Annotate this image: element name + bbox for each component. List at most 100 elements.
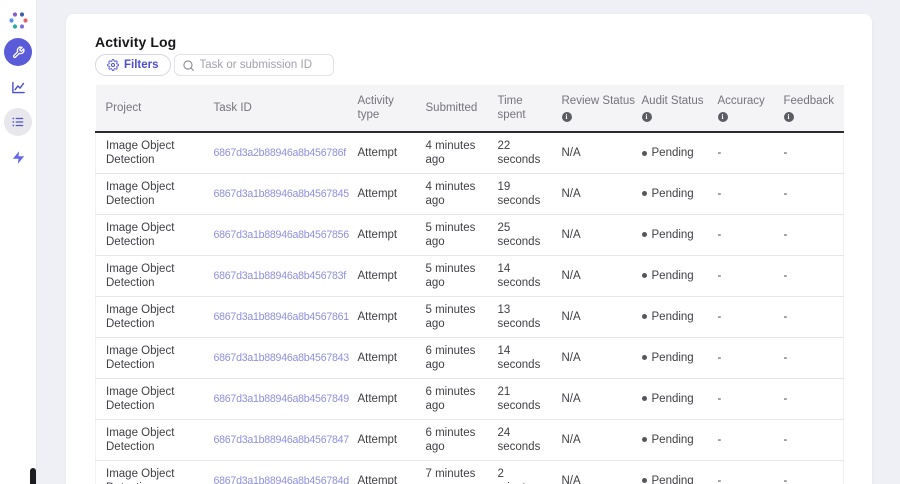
cell-accuracy: - bbox=[707, 132, 774, 174]
table-row: Image Object Detection 6867d3a1b88946a8b… bbox=[95, 419, 844, 461]
search-input[interactable] bbox=[173, 54, 334, 76]
info-icon[interactable]: i bbox=[783, 111, 794, 122]
task-id-link[interactable]: 6867d3a1b88946a8b4567847 bbox=[214, 433, 350, 447]
cell-submitted: 5 minutes ago bbox=[415, 296, 488, 338]
status-badge: Pending bbox=[651, 187, 694, 200]
sidebar-item-tools[interactable] bbox=[4, 38, 32, 66]
table-row: Image Object Detection 6867d3a1b88946a8b… bbox=[95, 378, 844, 420]
cell-accuracy: - bbox=[707, 255, 774, 297]
col-header-feedback: Feedback i bbox=[773, 85, 844, 132]
cell-audit-status: Pending bbox=[631, 419, 708, 461]
cell-submitted: 4 minutes ago bbox=[415, 173, 488, 215]
cell-review-status: N/A bbox=[551, 419, 632, 461]
pending-status-dot bbox=[641, 437, 647, 443]
cell-task-id: 6867d3a1b88946a8b4567849 bbox=[203, 378, 350, 420]
task-id-link[interactable]: 6867d3a1b88946a8b4567856 bbox=[214, 228, 350, 242]
cell-audit-status: Pending bbox=[631, 296, 708, 338]
cell-audit-status: Pending bbox=[631, 173, 708, 215]
pending-status-dot bbox=[641, 396, 647, 402]
cell-activity-type: Attempt bbox=[347, 173, 416, 215]
cell-project: Image Object Detection bbox=[95, 214, 204, 256]
sidebar-item-activity-log[interactable] bbox=[4, 108, 32, 136]
cell-activity-type: Attempt bbox=[347, 337, 416, 379]
cell-activity-type: Attempt bbox=[347, 296, 416, 338]
table-row: Image Object Detection 6867d3a1b88946a8b… bbox=[95, 255, 844, 297]
status-badge: Pending bbox=[651, 269, 694, 282]
cell-activity-type: Attempt bbox=[347, 255, 416, 297]
activity-table: Project Task ID Activity type Submitted … bbox=[95, 85, 844, 484]
cell-time-spent: 13 seconds bbox=[487, 296, 552, 338]
page-title: Activity Log bbox=[95, 34, 177, 50]
task-id-link[interactable]: 6867d3a1b88946a8b4567861 bbox=[214, 310, 350, 324]
cell-accuracy: - bbox=[707, 296, 774, 338]
col-header-time-spent: Time spent bbox=[487, 85, 552, 132]
status-badge: Pending bbox=[651, 228, 694, 241]
cell-task-id: 6867d3a1b88946a8b456783f bbox=[203, 255, 348, 297]
lightning-icon bbox=[11, 150, 26, 165]
task-id-link[interactable]: 6867d3a1b88946a8b4567845 bbox=[214, 187, 350, 201]
cell-accuracy: - bbox=[707, 378, 774, 420]
cell-task-id: 6867d3a1b88946a8b4567861 bbox=[203, 296, 350, 338]
filters-button[interactable]: Filters bbox=[95, 54, 171, 76]
status-badge: Pending bbox=[651, 392, 694, 405]
task-id-link[interactable]: 6867d3a1b88946a8b456783f bbox=[214, 269, 347, 283]
cell-time-spent: 14 seconds bbox=[487, 255, 552, 297]
wrench-icon bbox=[12, 45, 25, 59]
pending-status-dot bbox=[641, 150, 647, 156]
col-header-activity-type: Activity type bbox=[347, 85, 416, 132]
task-id-link[interactable]: 6867d3a1b88946a8b4567843 bbox=[214, 351, 350, 365]
cell-time-spent: 19 seconds bbox=[487, 173, 552, 215]
table-row: Image Object Detection 6867d3a1b88946a8b… bbox=[95, 460, 844, 484]
cell-task-id: 6867d3a1b88946a8b4567843 bbox=[203, 337, 350, 379]
col-header-audit-status: Audit Status i bbox=[631, 85, 708, 132]
pending-status-dot bbox=[641, 273, 647, 279]
cell-activity-type: Attempt bbox=[347, 132, 416, 174]
cell-review-status: N/A bbox=[551, 337, 632, 379]
cell-audit-status: Pending bbox=[631, 460, 708, 484]
task-id-link[interactable]: 6867d3a2b88946a8b456786f bbox=[214, 146, 347, 160]
cell-project: Image Object Detection bbox=[95, 460, 204, 484]
cell-audit-status: Pending bbox=[631, 255, 708, 297]
cell-accuracy: - bbox=[707, 460, 774, 484]
cell-project: Image Object Detection bbox=[95, 255, 204, 297]
cell-time-spent: 21 seconds bbox=[487, 378, 552, 420]
cell-submitted: 6 minutes ago bbox=[415, 337, 488, 379]
cell-feedback: - bbox=[773, 419, 844, 461]
table-row: Image Object Detection 6867d3a1b88946a8b… bbox=[95, 337, 844, 379]
cell-review-status: N/A bbox=[551, 255, 632, 297]
pending-status-dot bbox=[641, 232, 647, 238]
cell-project: Image Object Detection bbox=[95, 296, 204, 338]
table-row: Image Object Detection 6867d3a1b88946a8b… bbox=[95, 214, 844, 256]
cell-feedback: - bbox=[773, 214, 844, 256]
cell-review-status: N/A bbox=[551, 173, 632, 215]
cell-project: Image Object Detection bbox=[95, 419, 204, 461]
sidebar bbox=[0, 0, 37, 484]
cell-time-spent: 14 seconds bbox=[487, 337, 552, 379]
info-icon[interactable]: i bbox=[561, 111, 572, 122]
task-id-link[interactable]: 6867d3a1b88946a8b456784d bbox=[214, 474, 350, 484]
cell-time-spent: 24 seconds bbox=[487, 419, 552, 461]
sidebar-item-quick-actions[interactable] bbox=[4, 143, 32, 171]
cell-feedback: - bbox=[773, 132, 844, 174]
table-row: Image Object Detection 6867d3a1b88946a8b… bbox=[95, 296, 844, 338]
scrollbar-thumb[interactable] bbox=[30, 468, 36, 484]
sidebar-item-analytics[interactable] bbox=[4, 73, 32, 101]
cell-feedback: - bbox=[773, 255, 844, 297]
task-id-link[interactable]: 6867d3a1b88946a8b4567849 bbox=[214, 392, 350, 406]
search-field bbox=[173, 54, 334, 76]
table-row: Image Object Detection 6867d3a1b88946a8b… bbox=[95, 173, 844, 215]
cell-accuracy: - bbox=[707, 214, 774, 256]
info-icon[interactable]: i bbox=[641, 111, 652, 122]
chart-icon bbox=[11, 80, 26, 95]
cell-feedback: - bbox=[773, 173, 844, 215]
status-badge: Pending bbox=[651, 433, 694, 446]
cell-feedback: - bbox=[773, 296, 844, 338]
logo-icon[interactable] bbox=[8, 10, 29, 31]
cell-submitted: 6 minutes ago bbox=[415, 378, 488, 420]
info-icon[interactable]: i bbox=[717, 111, 728, 122]
cell-audit-status: Pending bbox=[631, 378, 708, 420]
cell-time-spent: 25 seconds bbox=[487, 214, 552, 256]
table-row: Image Object Detection 6867d3a2b88946a8b… bbox=[95, 132, 844, 174]
cell-task-id: 6867d3a1b88946a8b456784d bbox=[203, 460, 350, 484]
cell-activity-type: Attempt bbox=[347, 419, 416, 461]
